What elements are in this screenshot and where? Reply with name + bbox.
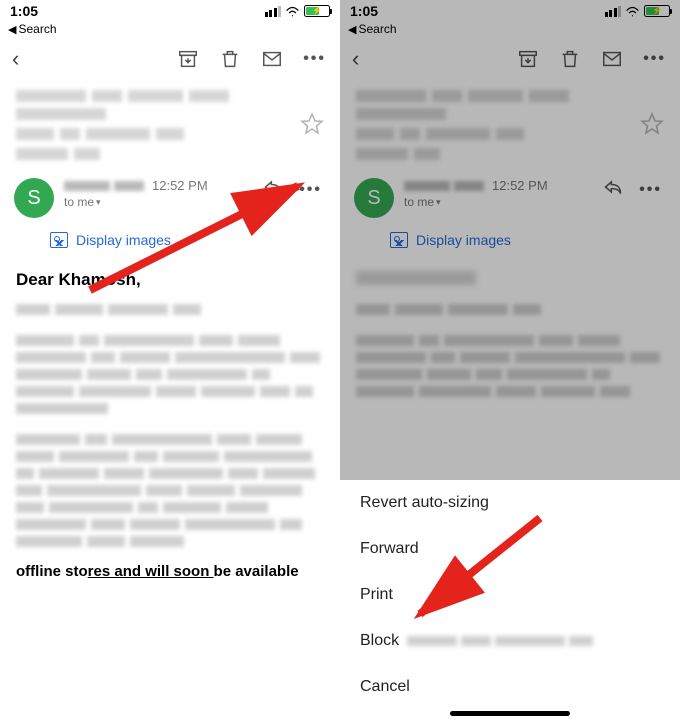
star-icon[interactable] <box>300 112 324 136</box>
body-para-3-redacted <box>0 430 340 563</box>
mail-toolbar: ‹ ••• <box>0 42 340 80</box>
chevron-left-icon: ◀ <box>8 23 16 36</box>
action-sheet: Revert auto-sizing Forward Print Block C… <box>340 480 680 720</box>
image-icon <box>390 232 408 248</box>
status-time: 1:05 <box>350 3 378 19</box>
status-time: 1:05 <box>10 3 38 19</box>
mail-toolbar: ‹ ••• <box>340 42 680 80</box>
battery-icon: ⚡ <box>304 5 330 17</box>
sender-name-redacted <box>64 181 144 191</box>
archive-icon[interactable] <box>517 48 539 70</box>
trash-icon[interactable] <box>559 48 581 70</box>
reply-icon[interactable] <box>263 178 283 201</box>
display-images-row[interactable]: Display images <box>50 232 340 248</box>
chevron-left-icon: ◀ <box>348 23 356 36</box>
sheet-print[interactable]: Print <box>340 572 680 618</box>
sender-row: S 12:52 PM to me ▾ ••• <box>0 168 340 222</box>
subject-redacted <box>340 80 680 168</box>
more-icon[interactable]: ••• <box>643 50 666 68</box>
avatar-initial: S <box>27 187 40 210</box>
subject-redacted <box>0 80 340 168</box>
body-para-1-redacted <box>0 304 340 331</box>
status-bar: 1:05 ⚡ <box>340 0 680 22</box>
body-para-1-redacted <box>340 304 680 331</box>
greeting-redacted <box>340 248 680 304</box>
status-indicators: ⚡ <box>605 5 671 17</box>
mail-icon[interactable] <box>601 48 623 70</box>
screenshot-left: 1:05 ⚡ ◀ Search ‹ ••• <box>0 0 340 720</box>
cellular-icon <box>605 6 622 17</box>
body-visible-line: offline stores and will soon be availabl… <box>0 563 340 580</box>
archive-icon[interactable] <box>177 48 199 70</box>
nav-back-label: Search <box>358 22 396 36</box>
message-more-icon[interactable]: ••• <box>299 181 322 199</box>
body-para-2-redacted <box>0 331 340 430</box>
message-time: 12:52 PM <box>152 178 208 193</box>
display-images-row[interactable]: Display images <box>390 232 680 248</box>
sheet-cancel[interactable]: Cancel <box>340 664 680 710</box>
display-images-link: Display images <box>76 232 171 248</box>
block-target-redacted <box>407 636 593 646</box>
status-bar: 1:05 ⚡ <box>0 0 340 22</box>
sheet-block[interactable]: Block <box>340 618 680 664</box>
wifi-icon <box>625 6 640 17</box>
battery-icon: ⚡ <box>644 5 670 17</box>
wifi-icon <box>285 6 300 17</box>
image-icon <box>50 232 68 248</box>
sheet-forward[interactable]: Forward <box>340 526 680 572</box>
display-images-link: Display images <box>416 232 511 248</box>
home-indicator[interactable] <box>450 711 570 716</box>
message-time: 12:52 PM <box>492 178 548 193</box>
avatar[interactable]: S <box>354 178 394 218</box>
body-para-2-redacted <box>340 331 680 413</box>
back-button[interactable]: ‹ <box>352 46 359 72</box>
avatar[interactable]: S <box>14 178 54 218</box>
greeting-text: Dear Khamosh, <box>0 248 340 304</box>
mail-icon[interactable] <box>261 48 283 70</box>
status-indicators: ⚡ <box>265 5 331 17</box>
nav-back-label: Search <box>18 22 56 36</box>
back-button[interactable]: ‹ <box>12 46 19 72</box>
cellular-icon <box>265 6 282 17</box>
nav-back-search[interactable]: ◀ Search <box>0 22 340 42</box>
more-icon[interactable]: ••• <box>303 50 326 68</box>
sheet-revert[interactable]: Revert auto-sizing <box>340 480 680 526</box>
star-icon[interactable] <box>640 112 664 136</box>
nav-back-search[interactable]: ◀ Search <box>340 22 680 42</box>
chevron-down-icon: ▾ <box>436 197 441 208</box>
message-more-icon[interactable]: ••• <box>639 181 662 199</box>
reply-icon[interactable] <box>603 178 623 201</box>
avatar-initial: S <box>367 187 380 210</box>
screenshot-right: 1:05 ⚡ ◀ Search ‹ ••• <box>340 0 680 720</box>
chevron-down-icon: ▾ <box>96 197 101 208</box>
trash-icon[interactable] <box>219 48 241 70</box>
sender-row: S 12:52 PM to me ▾ ••• <box>340 168 680 222</box>
sender-name-redacted <box>404 181 484 191</box>
